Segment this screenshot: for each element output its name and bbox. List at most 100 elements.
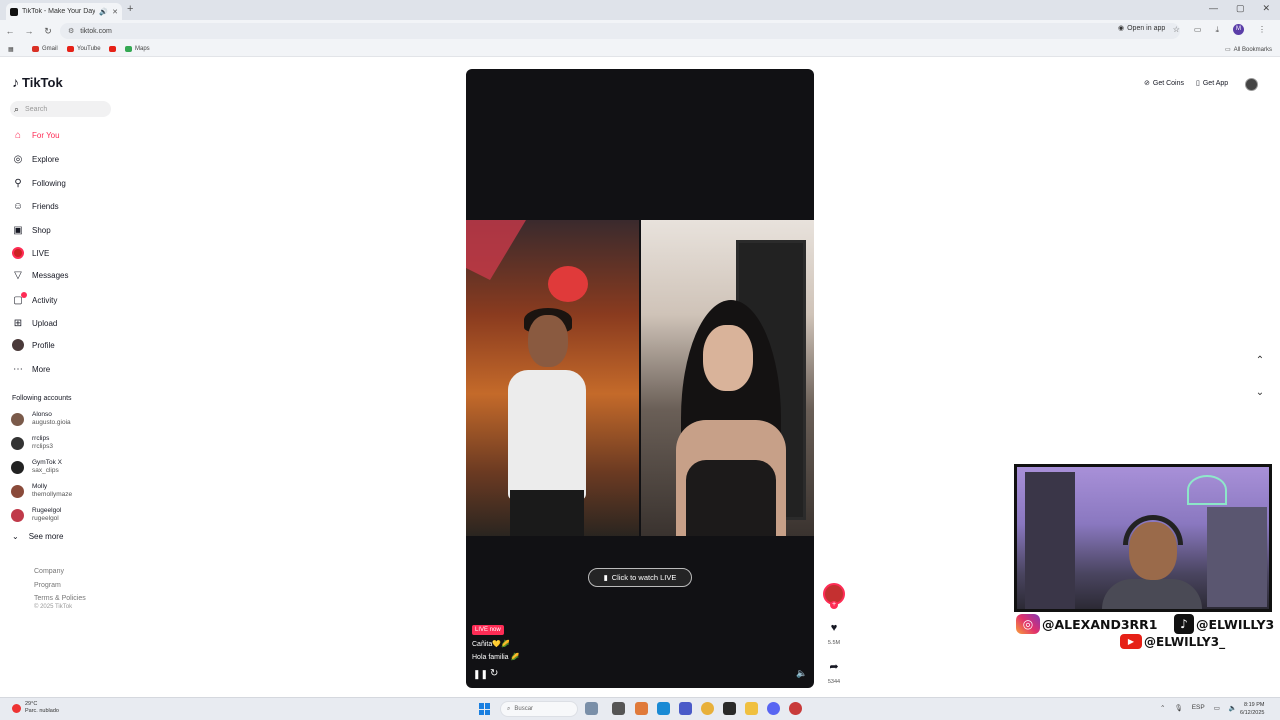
club-sticker-image (548, 266, 588, 302)
like-button[interactable]: ♥ 5.5M (822, 618, 846, 646)
chevron-up-icon[interactable]: ⌃ (1160, 704, 1165, 712)
bookmark-maps[interactable]: Maps (125, 46, 150, 52)
nav-friends[interactable]: ☺ Friends (12, 199, 59, 213)
live-caption: Hola familia 🌽 (472, 654, 520, 661)
account-item[interactable]: Rugeelgol rugeelgol (11, 507, 61, 523)
terminal-icon[interactable] (723, 702, 736, 715)
mic-icon[interactable]: 🎙 (1174, 704, 1182, 712)
avatar (11, 412, 24, 426)
bookmark-youtube[interactable]: YouTube (67, 46, 101, 52)
creator-name[interactable]: Cañita💛🌽 (472, 640, 510, 648)
footer-link-program[interactable]: Program (34, 579, 86, 593)
chevron-up-icon[interactable]: ⌃ (1252, 355, 1268, 371)
teams-icon[interactable] (679, 702, 692, 715)
tiktok-logo[interactable]: ♪ TikTok (12, 74, 63, 90)
account-item[interactable]: rrclips rrclips3 (11, 435, 53, 451)
follow-plus-icon[interactable]: + (830, 601, 838, 609)
bookmark-star-icon[interactable]: ☆ (1173, 25, 1180, 34)
footer-link-company[interactable]: Company (34, 565, 86, 579)
sidepanel-icon[interactable]: ▭ (1194, 25, 1202, 34)
user-avatar[interactable] (1245, 78, 1258, 91)
back-icon[interactable]: ← (1, 26, 19, 36)
volume-icon[interactable]: 🔈 (796, 668, 807, 679)
bookmark-gmail[interactable]: Gmail (32, 46, 58, 52)
minimize-icon[interactable]: — (1209, 3, 1218, 14)
copilot-icon[interactable] (635, 702, 648, 715)
close-window-icon[interactable]: ✕ (1262, 3, 1270, 14)
friends-icon: ☺ (12, 200, 24, 212)
discord-icon[interactable] (767, 702, 780, 715)
keyboard-lang[interactable]: ESP (1192, 704, 1205, 712)
apps-icon[interactable]: ▦ (8, 46, 14, 53)
phone-icon: ▯ (1196, 80, 1200, 87)
browser-toolbar-icons: ☆ ▭ ⤓ M ⋮ (1173, 24, 1266, 35)
profile-avatar[interactable]: M (1233, 24, 1244, 35)
volume-icon[interactable]: 🔈 (1229, 704, 1237, 712)
chrome-icon[interactable] (701, 702, 714, 715)
clock[interactable]: 8:19 PM 6/12/2025 (1240, 701, 1264, 717)
nav-explore[interactable]: ◎ Explore (12, 152, 60, 166)
nav-upload[interactable]: ⊞ Upload (12, 316, 58, 330)
forward-icon[interactable]: → (20, 26, 38, 36)
task-view-icon[interactable] (612, 702, 625, 715)
more-icon: ⋯ (13, 363, 23, 375)
edge-icon[interactable] (657, 702, 670, 715)
chevron-down-icon: ⌄ (12, 532, 19, 541)
instagram-icon: ◎ (1016, 614, 1040, 634)
network-icon[interactable]: ▭ (1214, 704, 1220, 712)
profile-icon (12, 339, 24, 351)
get-coins-button[interactable]: ⊘ Get Coins (1144, 79, 1184, 88)
new-tab-button[interactable]: + (127, 3, 133, 15)
taskbar-search-input[interactable]: ⌕ Buscar (500, 701, 578, 717)
maximize-icon[interactable]: ▢ (1236, 3, 1245, 14)
live-video-player[interactable]: ▮ Click to watch LIVE LIVE now Cañita💛🌽 … (466, 69, 814, 688)
compass-icon: ◎ (13, 153, 23, 165)
nav-activity[interactable]: ▢ Activity (12, 292, 57, 307)
speaker-icon[interactable]: 🔊 (99, 8, 108, 16)
live-guest-video (641, 220, 814, 536)
search-input[interactable]: ⌕ Search (10, 101, 111, 117)
tiktok-favicon-icon (10, 7, 18, 16)
nav-live[interactable]: LIVE (12, 246, 49, 260)
chevron-down-icon[interactable]: ⌄ (1252, 387, 1268, 403)
streamer-webcam (1014, 464, 1272, 612)
click-to-watch-live-button[interactable]: ▮ Click to watch LIVE (588, 568, 692, 587)
all-bookmarks-button[interactable]: ▭ All Bookmarks (1224, 46, 1272, 54)
windows-taskbar: 29°C Parc. nublado ⌕ Buscar ⌃ 🎙 ESP ▭ 🔈 … (0, 697, 1280, 720)
youtube-icon (109, 46, 116, 52)
nav-shop[interactable]: ▣ Shop (12, 223, 50, 237)
bookmarks-bar: ▦ Gmail YouTube Maps ▭ All Bookmarks (0, 42, 1280, 57)
pause-icon[interactable]: ❚❚ (473, 669, 488, 680)
account-item[interactable]: Alonso augusto.gioia (11, 411, 71, 427)
menu-icon[interactable]: ⋮ (1258, 25, 1266, 34)
nav-more[interactable]: ⋯ More (12, 362, 50, 376)
share-button[interactable]: ➦ 5344 (822, 657, 846, 685)
refresh-icon[interactable]: ↻ (490, 668, 498, 679)
windows-start-icon[interactable] (479, 703, 491, 715)
open-in-app-button[interactable]: ◉ Open in app (1118, 24, 1165, 33)
close-tab-icon[interactable]: ✕ (112, 8, 118, 16)
youtube-icon (67, 46, 74, 52)
get-app-button[interactable]: ▯ Get App (1196, 79, 1228, 88)
live-now-badge[interactable]: LIVE now (472, 625, 504, 635)
nav-for-you[interactable]: ⌂ For You (12, 128, 60, 142)
nav-profile[interactable]: Profile (12, 338, 55, 352)
url-field[interactable]: ⚙ tiktok.com (60, 23, 1180, 39)
file-explorer-icon[interactable] (745, 702, 758, 715)
see-more-button[interactable]: ⌄ See more (12, 532, 63, 541)
following-icon: ⚲ (14, 177, 22, 189)
window-controls: — ▢ ✕ (1209, 3, 1270, 14)
browser-tab[interactable]: TikTok - Make Your Day 🔊 ✕ (6, 3, 122, 20)
weather-widget[interactable]: 29°C Parc. nublado (12, 701, 59, 715)
download-icon[interactable]: ⤓ (1215, 25, 1219, 35)
widgets-icon[interactable] (585, 702, 598, 715)
obs-icon[interactable] (789, 702, 802, 715)
account-item[interactable]: GymTok Xsax_clips (11, 459, 62, 475)
account-item[interactable]: Molly themollymaze (11, 483, 72, 499)
bookmark-youtube-2[interactable] (109, 46, 116, 52)
nav-following[interactable]: ⚲ Following (12, 176, 65, 190)
reload-icon[interactable]: ↻ (39, 26, 57, 37)
nav-messages[interactable]: ▽ Messages (12, 268, 68, 282)
site-info-icon[interactable]: ⚙ (68, 27, 74, 35)
folder-icon: ▭ (1224, 47, 1231, 53)
